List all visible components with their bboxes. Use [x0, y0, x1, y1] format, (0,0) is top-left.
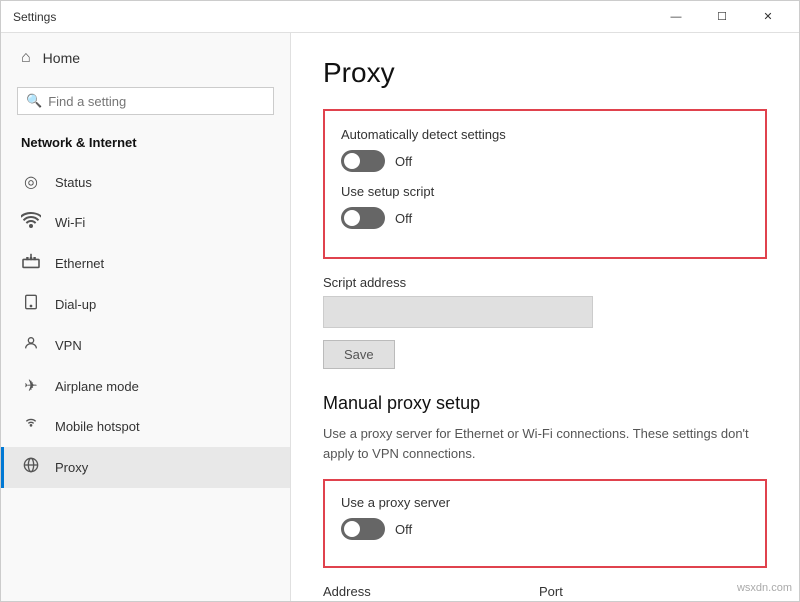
proxy-description: Use a proxy server for Ethernet or Wi-Fi…	[323, 424, 763, 463]
auto-detect-toggle[interactable]	[341, 150, 385, 172]
search-input[interactable]	[48, 94, 265, 109]
sidebar-item-vpn[interactable]: VPN	[1, 325, 290, 366]
setup-script-label: Use setup script	[341, 184, 749, 199]
auto-detect-state: Off	[395, 154, 412, 169]
dialup-icon	[21, 294, 41, 315]
page-title: Proxy	[323, 57, 767, 89]
use-proxy-toggle[interactable]	[341, 518, 385, 540]
sidebar-item-airplane[interactable]: ✈ Airplane mode	[1, 366, 290, 406]
airplane-icon: ✈	[21, 376, 41, 396]
use-proxy-state: Off	[395, 522, 412, 537]
setup-script-state: Off	[395, 211, 412, 226]
maximize-button[interactable]: ☐	[699, 1, 745, 33]
sidebar-item-dialup[interactable]: Dial-up	[1, 284, 290, 325]
hotspot-icon	[21, 416, 41, 437]
script-address-label: Script address	[323, 275, 767, 290]
search-box[interactable]: 🔍	[17, 87, 274, 115]
auto-detect-row: Off	[341, 150, 749, 172]
vpn-icon	[21, 335, 41, 356]
setup-script-row: Off	[341, 207, 749, 229]
sidebar-item-hotspot[interactable]: Mobile hotspot	[1, 406, 290, 447]
home-icon: ⌂	[21, 49, 31, 67]
save-button[interactable]: Save	[323, 340, 395, 369]
ethernet-icon	[21, 253, 41, 274]
window-title: Settings	[13, 10, 56, 24]
sidebar-item-proxy[interactable]: Proxy	[1, 447, 290, 488]
sidebar: ⌂ Home 🔍 Network & Internet ◎ Status Wi-…	[1, 33, 291, 601]
address-port-row: Address Port	[323, 584, 767, 601]
automatic-proxy-box: Automatically detect settings Off Use se…	[323, 109, 767, 259]
use-proxy-label: Use a proxy server	[341, 495, 749, 510]
window-controls: — ☐ ✕	[653, 1, 791, 33]
sidebar-section-title: Network & Internet	[1, 127, 290, 162]
titlebar: Settings — ☐ ✕	[1, 1, 799, 33]
status-icon: ◎	[21, 172, 41, 192]
home-label: Home	[43, 50, 80, 66]
sidebar-item-status[interactable]: ◎ Status	[1, 162, 290, 202]
port-group: Port	[539, 584, 619, 601]
use-proxy-row: Off	[341, 518, 749, 540]
port-label: Port	[539, 584, 619, 599]
settings-window: Settings — ☐ ✕ ⌂ Home 🔍 Network & Intern…	[0, 0, 800, 602]
address-label: Address	[323, 584, 523, 599]
sidebar-item-wifi[interactable]: Wi-Fi	[1, 202, 290, 243]
home-nav-item[interactable]: ⌂ Home	[1, 33, 290, 83]
content-area: ⌂ Home 🔍 Network & Internet ◎ Status Wi-…	[1, 33, 799, 601]
watermark: wsxdn.com	[737, 582, 792, 594]
script-address-input[interactable]	[323, 296, 593, 328]
search-icon: 🔍	[26, 93, 42, 109]
proxy-icon	[21, 457, 41, 478]
main-content: Proxy Automatically detect settings Off …	[291, 33, 799, 601]
setup-script-toggle[interactable]	[341, 207, 385, 229]
sidebar-item-ethernet[interactable]: Ethernet	[1, 243, 290, 284]
use-proxy-box: Use a proxy server Off	[323, 479, 767, 568]
wifi-icon	[21, 212, 41, 233]
auto-detect-label: Automatically detect settings	[341, 127, 749, 142]
address-group: Address	[323, 584, 523, 601]
minimize-button[interactable]: —	[653, 1, 699, 33]
manual-proxy-title: Manual proxy setup	[323, 393, 767, 414]
close-button[interactable]: ✕	[745, 1, 791, 33]
